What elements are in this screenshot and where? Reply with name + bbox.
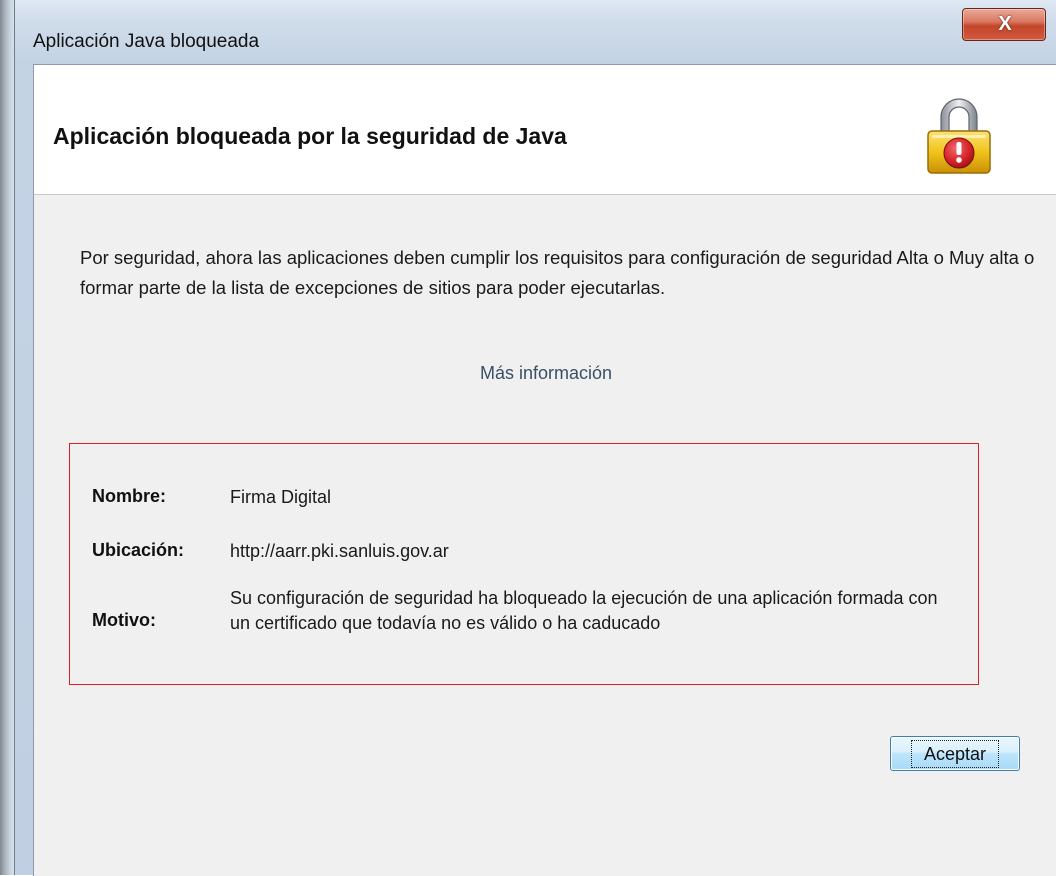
- location-value: http://aarr.pki.sanluis.gov.ar: [230, 541, 449, 561]
- dialog-content: Aplicación bloqueada por la seguridad de…: [33, 64, 1056, 876]
- header-title: Aplicación bloqueada por la seguridad de…: [53, 123, 567, 149]
- reason-label: Motivo:: [92, 610, 156, 630]
- dialog-window: Aplicación Java bloqueada X Aplicación b…: [14, 0, 1056, 876]
- background-window-edge: [0, 0, 14, 875]
- close-icon: X: [998, 13, 1012, 35]
- padlock-warning-icon: [927, 98, 991, 174]
- window-title: Aplicación Java bloqueada: [33, 31, 260, 52]
- accept-button-label: Aceptar: [910, 739, 1000, 768]
- accept-button[interactable]: Aceptar: [890, 736, 1020, 771]
- application-details-box: Nombre: Firma Digital Ubicación: http://…: [69, 443, 979, 685]
- security-message: Por seguridad, ahora las aplicaciones de…: [80, 247, 1035, 298]
- close-button[interactable]: X: [962, 8, 1046, 41]
- name-value: Firma Digital: [230, 487, 332, 507]
- name-label: Nombre:: [92, 486, 167, 506]
- more-info-link[interactable]: Más información: [34, 363, 1056, 384]
- reason-value: Su configuración de seguridad ha bloquea…: [230, 588, 938, 633]
- header-band: Aplicación bloqueada por la seguridad de…: [34, 65, 1056, 195]
- location-label: Ubicación:: [92, 540, 185, 560]
